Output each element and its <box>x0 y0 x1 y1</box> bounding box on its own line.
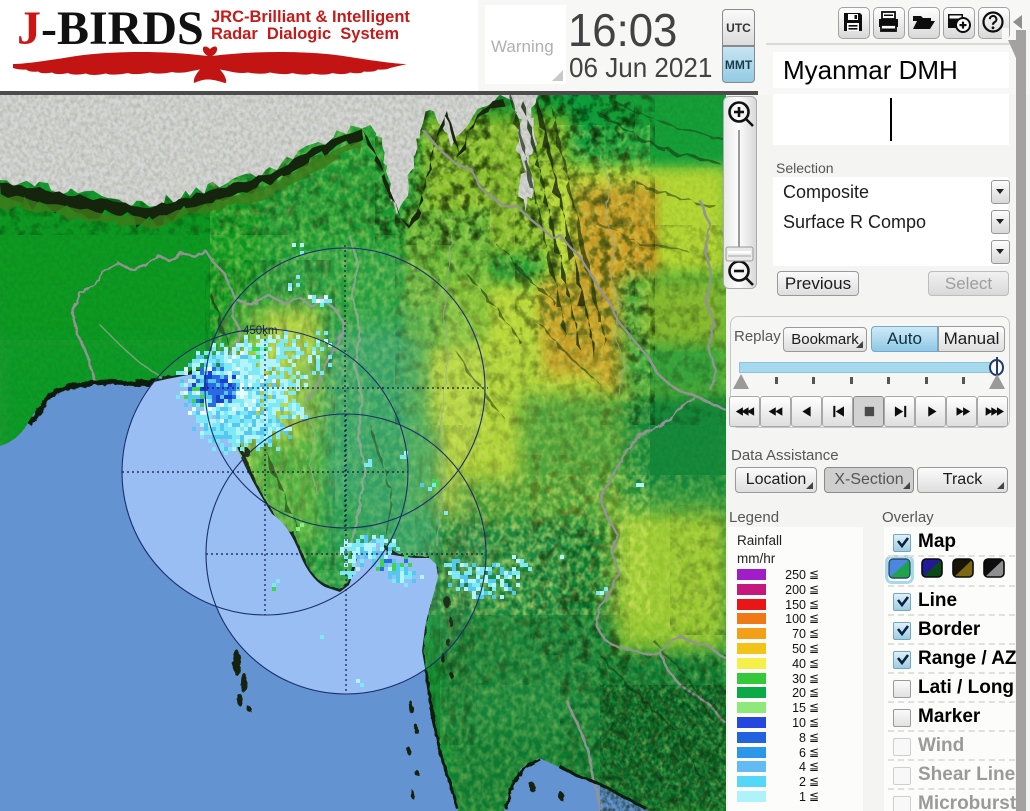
svg-text:450km: 450km <box>243 325 278 337</box>
